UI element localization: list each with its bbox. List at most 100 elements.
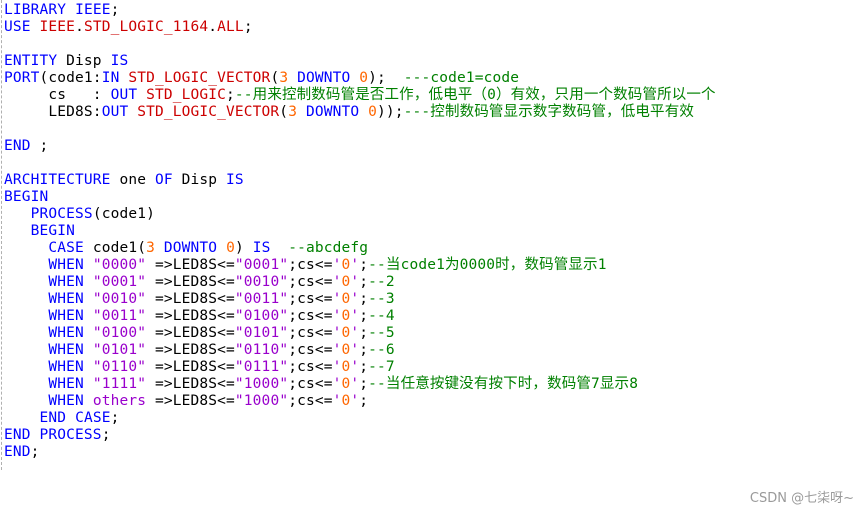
keyword-token: LIBRARY — [4, 2, 67, 18]
keyword-token: USE — [4, 19, 31, 35]
string-token: ' — [350, 393, 360, 409]
number-token: 0 — [226, 240, 235, 256]
keyword-token: WHEN — [48, 342, 84, 358]
plain-token: ; — [359, 257, 369, 273]
plain-token: ; — [30, 138, 49, 154]
keyword-token: BEGIN — [4, 189, 49, 205]
string-token: "0101" — [92, 342, 147, 358]
string-token: "0100" — [92, 325, 147, 341]
string-token: "0010" — [92, 291, 147, 307]
string-token: "1000" — [234, 376, 289, 392]
string-token: "0110" — [234, 342, 289, 358]
string-token: ' — [332, 393, 342, 409]
keyword-token: WHEN — [48, 274, 84, 290]
string-token: ' — [332, 308, 342, 324]
keyword-token: PROCESS — [39, 427, 102, 443]
keyword-token: ENTITY — [4, 53, 58, 69]
code-line: LED8S:OUT STD_LOGIC_VECTOR(3 DOWNTO 0));… — [4, 104, 716, 121]
plain-token: =>LED8S<= — [146, 274, 235, 290]
keyword-token: PORT — [4, 70, 40, 86]
type-token: STD_LOGIC_VECTOR — [128, 70, 271, 86]
string-token: ' — [332, 274, 342, 290]
string-token: "0100" — [234, 308, 289, 324]
plain-token: ;cs<= — [288, 376, 333, 392]
keyword-token: BEGIN — [30, 223, 76, 239]
code-line: PORT(code1:IN STD_LOGIC_VECTOR(3 DOWNTO … — [4, 70, 716, 87]
plain-token: ;cs<= — [288, 308, 333, 324]
string-token: "0011" — [92, 308, 147, 324]
plain-token: ; — [243, 19, 253, 35]
keyword-token: END — [39, 410, 67, 426]
string-token: ' — [350, 376, 360, 392]
number-token: 3 — [288, 104, 298, 120]
string-token: "0001" — [92, 274, 147, 290]
code-line: ENTITY Disp IS — [4, 53, 716, 70]
keyword-token: DOWNTO — [297, 70, 351, 86]
comment-token: --用来控制数码管是否工作，低电平（0）有效，只用一个数码管所以一个 — [234, 87, 716, 103]
keyword-token: WHEN — [48, 325, 84, 341]
comment-token: --当任意按键没有按下时，数码管7显示8 — [368, 376, 639, 392]
code-editor[interactable]: LIBRARY IEEE; USE IEEE.STD_LOGIC_1164.ALL… — [0, 0, 868, 516]
plain-token: ;cs<= — [288, 393, 333, 409]
plain-token: . — [208, 19, 218, 35]
string-token: others — [92, 393, 147, 409]
string-token: ' — [350, 274, 360, 290]
code-line: WHEN "0100" =>LED8S<="0101";cs<='0';--5 — [4, 325, 716, 342]
string-token: ' — [350, 342, 360, 358]
code-line: BEGIN — [4, 189, 716, 206]
plain-token: =>LED8S<= — [146, 393, 235, 409]
string-token: "0101" — [234, 325, 289, 341]
plain-token: LED8S: — [4, 104, 102, 120]
plain-token: cs : — [4, 87, 111, 103]
plain-token: ; — [110, 2, 120, 18]
comment-token: ---控制数码管显示数字数码管，低电平有效 — [403, 104, 695, 120]
string-token: ' — [332, 359, 342, 375]
plain-token: ;cs<= — [288, 291, 333, 307]
type-token: IEEE — [39, 19, 76, 35]
code-line: END PROCESS; — [4, 427, 716, 444]
code-line: cs : OUT STD_LOGIC;--用来控制数码管是否工作，低电平（0）有… — [4, 87, 716, 104]
comment-token: --7 — [368, 359, 395, 375]
code-line: WHEN "0101" =>LED8S<="0110";cs<='0';--6 — [4, 342, 716, 359]
plain-token: ; — [101, 427, 111, 443]
code-line: CASE code1(3 DOWNTO 0) IS --abcdefg — [4, 240, 716, 257]
number-token: 0 — [359, 70, 369, 86]
string-token: "0010" — [234, 274, 289, 290]
keyword-token: END — [4, 138, 31, 154]
number-token: 3 — [146, 240, 155, 256]
string-token: "0000" — [92, 257, 147, 273]
plain-token: =>LED8S<= — [146, 359, 235, 375]
keyword-token: OUT — [101, 104, 129, 120]
keyword-token: IS — [226, 172, 244, 188]
plain-token: ; — [359, 393, 369, 409]
comment-token: --3 — [368, 291, 395, 307]
code-line: END ; — [4, 138, 716, 155]
plain-token: ; — [226, 87, 235, 103]
keyword-token: IS — [110, 53, 129, 69]
plain-token: =>LED8S<= — [146, 342, 235, 358]
plain-token: ( — [270, 70, 280, 86]
code-line: WHEN "0011" =>LED8S<="0100";cs<='0';--4 — [4, 308, 716, 325]
type-token: STD_LOGIC_1164 — [83, 19, 209, 35]
plain-token: ;cs<= — [288, 342, 333, 358]
number-token: 3 — [279, 70, 289, 86]
